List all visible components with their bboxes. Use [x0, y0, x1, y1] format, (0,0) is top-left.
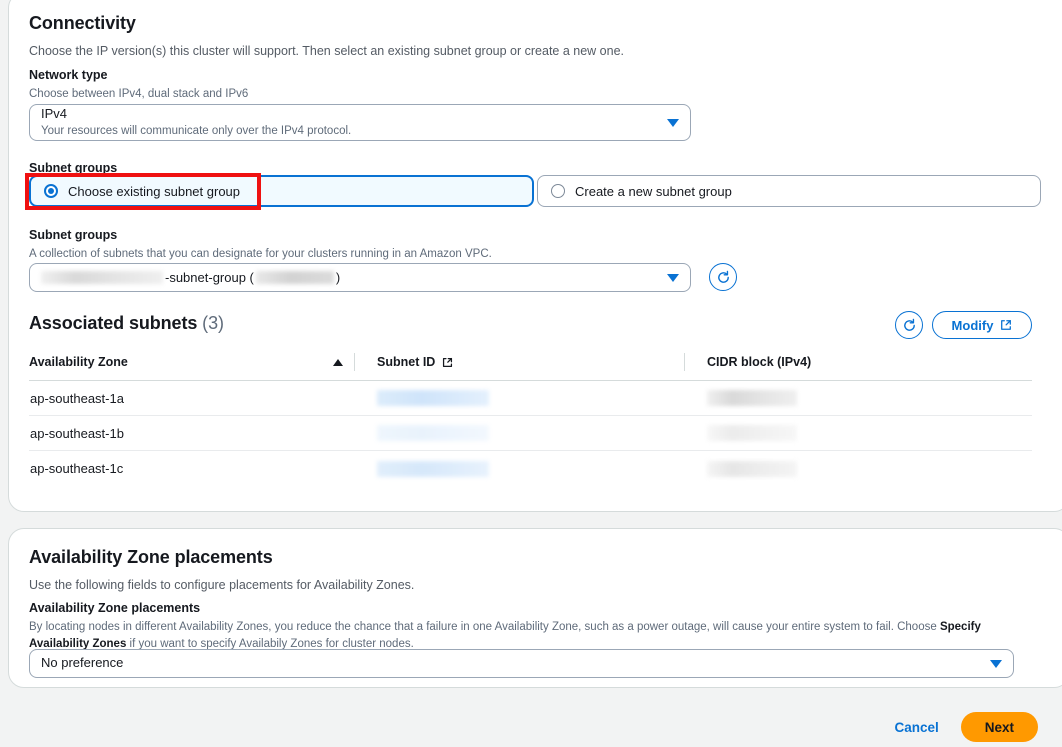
table-row: ap-southeast-1b — [29, 415, 1032, 451]
cell-cidr-block — [695, 380, 1032, 416]
column-divider — [354, 353, 355, 371]
subnet-group-select[interactable]: -subnet-group ( ) — [29, 263, 691, 292]
cell-subnet-id[interactable] — [365, 380, 695, 416]
refresh-subnet-groups-button[interactable] — [709, 263, 737, 291]
az-hint-part1: By locating nodes in different Availabil… — [29, 621, 940, 633]
redacted-subnet-id — [377, 425, 489, 442]
az-placements-heading: Availability Zone placements — [29, 547, 273, 567]
redacted-cidr-block — [707, 390, 797, 407]
modify-subnet-group-button[interactable]: Modify — [932, 311, 1032, 339]
table-header-row: Availability Zone Subnet ID CIDR block (… — [29, 353, 1033, 381]
network-type-value: IPv4 — [41, 105, 68, 121]
external-link-icon — [443, 357, 453, 367]
network-type-label: Network type — [29, 68, 108, 82]
network-type-select[interactable]: IPv4 Your resources will communicate onl… — [29, 104, 691, 141]
cell-cidr-block — [695, 415, 1032, 451]
associated-subnets-table-wrapper: Availability Zone Subnet ID CIDR block (… — [29, 353, 1033, 486]
network-type-hint: Choose between IPv4, dual stack and IPv6 — [29, 88, 249, 100]
cell-availability-zone: ap-southeast-1a — [29, 380, 365, 416]
radio-selected-icon — [44, 184, 58, 198]
associated-subnets-count: (3) — [202, 313, 224, 333]
table-body: ap-southeast-1a ap-southeast-1b ap-south… — [29, 380, 1032, 486]
column-label-cidr-block: CIDR block (IPv4) — [707, 355, 812, 369]
subnet-group-select-label: Subnet groups — [29, 228, 118, 242]
cell-availability-zone: ap-southeast-1c — [30, 460, 124, 476]
next-button[interactable]: Next — [960, 712, 1038, 742]
connectivity-description: Choose the IP version(s) this cluster wi… — [29, 44, 624, 58]
radio-tile-choose-existing-subnet-group[interactable]: Choose existing subnet group — [29, 175, 534, 207]
availability-zone-placements-card: Availability Zone placements Use the fol… — [8, 528, 1062, 688]
subnet-group-value-suffix: -subnet-group ( — [165, 270, 254, 285]
table-row: ap-southeast-1c — [29, 451, 1032, 486]
cancel-button[interactable]: Cancel — [894, 720, 938, 735]
cell-availability-zone: ap-southeast-1b — [29, 415, 365, 451]
sort-none-icon — [660, 357, 674, 366]
subnet-groups-choice-label: Subnet groups — [29, 161, 118, 175]
refresh-icon — [903, 318, 915, 331]
cell-cidr-block — [695, 451, 1032, 486]
radio-tile-existing-label: Choose existing subnet group — [68, 183, 241, 199]
associated-subnets-heading: Associated subnets (3) — [29, 313, 224, 334]
sort-none-icon — [1019, 357, 1033, 366]
redacted-cidr-block — [707, 460, 797, 477]
column-label-subnet-id: Subnet ID — [377, 355, 436, 369]
redacted-cidr-block — [707, 425, 797, 442]
radio-unselected-icon — [551, 184, 565, 198]
create-cluster-connectivity-page: Connectivity Choose the IP version(s) th… — [0, 0, 1062, 747]
radio-tile-create-new-subnet-group[interactable]: Create a new subnet group — [537, 175, 1041, 207]
redacted-subnet-group-prefix — [41, 271, 163, 284]
column-label-availability-zone: Availability Zone — [29, 355, 128, 369]
external-link-icon — [1001, 320, 1012, 330]
modify-button-label: Modify — [951, 317, 994, 333]
sort-ascending-icon — [333, 358, 343, 366]
subnet-group-value-close: ) — [335, 270, 341, 285]
associated-subnets-table: Availability Zone Subnet ID CIDR block (… — [29, 353, 1033, 486]
cell-subnet-id[interactable] — [365, 451, 695, 486]
chevron-down-icon — [667, 273, 679, 282]
redacted-subnet-group-id — [255, 271, 334, 284]
az-placements-field-label: Availability Zone placements — [29, 601, 201, 615]
column-header-cidr-block[interactable]: CIDR block (IPv4) — [695, 353, 1033, 381]
connectivity-card: Connectivity Choose the IP version(s) th… — [8, 0, 1062, 512]
subnet-group-select-hint: A collection of subnets that you can des… — [29, 248, 492, 260]
table-row: ap-southeast-1a — [29, 380, 1032, 416]
redacted-subnet-id — [377, 390, 489, 407]
chevron-down-icon — [667, 118, 679, 127]
refresh-icon — [717, 270, 729, 283]
az-placements-value: No preference — [41, 655, 124, 671]
associated-subnets-title: Associated subnets — [29, 313, 198, 333]
connectivity-heading: Connectivity — [29, 13, 136, 33]
az-placements-description: Use the following fields to configure pl… — [29, 578, 415, 592]
az-placements-select[interactable]: No preference — [29, 649, 1014, 678]
chevron-down-icon — [990, 659, 1002, 668]
radio-tile-new-label: Create a new subnet group — [575, 183, 732, 199]
wizard-footer: Cancel Next — [894, 712, 1038, 742]
redacted-subnet-id — [377, 460, 489, 477]
refresh-associated-subnets-button[interactable] — [895, 311, 923, 339]
network-type-value-sub: Your resources will communicate only ove… — [41, 124, 352, 137]
column-header-availability-zone[interactable]: Availability Zone — [29, 353, 365, 381]
column-header-subnet-id[interactable]: Subnet ID — [365, 353, 695, 381]
column-divider — [684, 353, 685, 371]
cell-subnet-id[interactable] — [365, 415, 695, 451]
